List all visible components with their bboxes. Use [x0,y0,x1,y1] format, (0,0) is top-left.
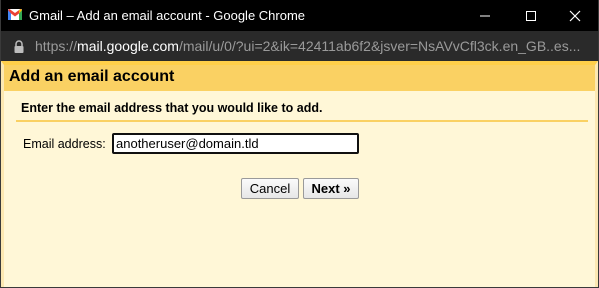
instruction-text: Enter the email address that you would l… [21,101,323,115]
address-bar[interactable]: https://mail.google.com/mail/u/0/?ui=2&i… [1,31,598,61]
url-scheme: https:// [35,38,78,54]
close-button[interactable] [552,0,598,31]
page-content: Add an email account Enter the email add… [1,61,598,287]
url-host: mail.google.com [77,38,179,54]
next-button[interactable]: Next » [303,178,359,199]
dialog-header: Add an email account [4,65,595,91]
window-title: Gmail – Add an email account - Google Ch… [29,8,306,23]
url-path: /mail/u/0/?ui=2&ik=42411ab6f2&jsver=NsAV… [178,38,581,54]
divider [16,120,588,122]
email-label: Email address: [23,137,106,151]
email-input[interactable] [112,133,359,154]
maximize-icon [526,10,536,21]
browser-window: Gmail – Add an email account - Google Ch… [0,0,599,288]
gmail-icon [8,9,22,20]
title-bar[interactable]: Gmail – Add an email account - Google Ch… [1,0,598,31]
url-text[interactable]: https://mail.google.com/mail/u/0/?ui=2&i… [35,38,591,54]
minimize-button[interactable] [462,0,508,31]
minimize-icon [480,15,490,16]
maximize-button[interactable] [508,0,554,31]
lock-icon[interactable] [13,40,25,53]
cancel-button[interactable]: Cancel [241,178,299,199]
close-icon [569,10,581,21]
dialog-title: Add an email account [9,68,175,85]
